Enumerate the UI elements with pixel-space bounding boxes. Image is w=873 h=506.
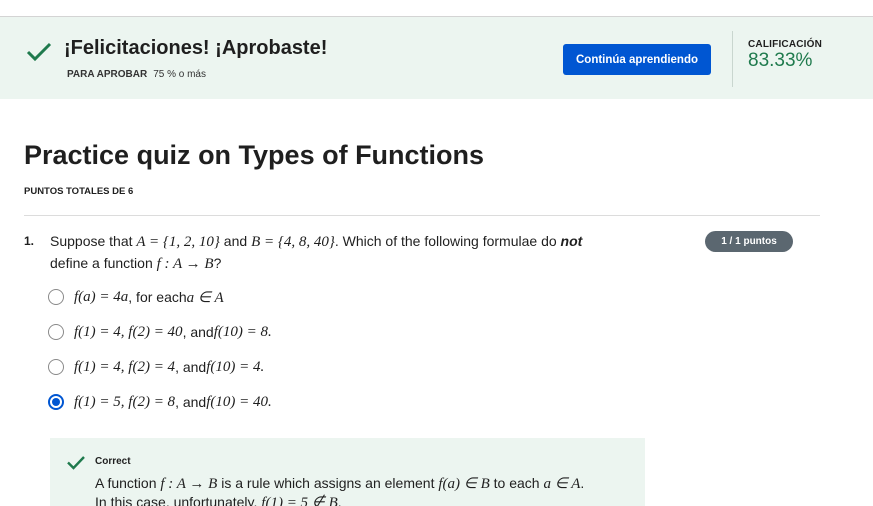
radio-button-selected[interactable] <box>48 394 64 410</box>
radio-button[interactable] <box>48 359 64 375</box>
checkmark-icon <box>26 42 52 62</box>
math-function: f : A → B <box>156 256 214 272</box>
question-text: Suppose that A = {1, 2, 10} and B = {4, … <box>50 231 650 275</box>
feedback-explanation: A function f : A → B is a rule which ass… <box>95 474 584 493</box>
feedback-math: a ∈ A <box>543 476 581 492</box>
math-set-b: B = {4, 8, 40} <box>251 234 335 250</box>
feedback-math: f(a) ∈ B <box>438 476 490 492</box>
answer-option-3[interactable]: f(1) = 4, f(2) = 4, and f(10) = 4. <box>48 356 264 378</box>
option-math: f(10) = 4. <box>206 358 265 375</box>
answer-option-1[interactable]: f(a) = 4a, for each a ∈ A <box>48 286 224 308</box>
checkmark-icon <box>67 456 85 470</box>
feedback-math: f(1) = 5 ∉ B <box>261 495 338 506</box>
section-divider <box>24 215 820 216</box>
pass-value: 75 % o más <box>153 69 206 80</box>
feedback-text: is a rule which assigns an element <box>217 475 439 491</box>
total-points: PUNTOS TOTALES DE 6 <box>24 186 134 197</box>
option-math: f(10) = 40. <box>206 393 272 410</box>
question-text-part: and <box>219 233 252 249</box>
question-text-part: Suppose that <box>50 233 137 249</box>
option-math: f(1) = 4, f(2) = 4 <box>74 358 176 375</box>
radio-button[interactable] <box>48 324 64 340</box>
pass-label: PARA APROBAR <box>67 69 148 80</box>
option-text: , and <box>175 394 207 410</box>
pass-threshold: PARA APROBAR 75 % o más <box>67 69 206 80</box>
pass-heading: ¡Felicitaciones! ¡Aprobaste! <box>64 37 328 59</box>
radio-button[interactable] <box>48 289 64 305</box>
feedback-text: . <box>337 494 342 506</box>
option-math: f(10) = 8. <box>213 323 272 340</box>
option-text: , for each <box>128 289 187 305</box>
option-math: f(1) = 5, f(2) = 8 <box>74 393 176 410</box>
top-divider <box>0 0 873 17</box>
feedback-text: A function <box>95 475 161 491</box>
question-text-part: ? <box>213 255 222 271</box>
grade-label: CALIFICACIÓN <box>748 39 823 50</box>
feedback-box: Correct A function f : A → B is a rule w… <box>50 438 645 506</box>
page-title: Practice quiz on Types of Functions <box>24 140 485 170</box>
feedback-text: . <box>580 475 585 491</box>
score-badge: 1 / 1 puntos <box>705 231 793 252</box>
feedback-explanation-2: In this case, unfortunately, f(1) = 5 ∉ … <box>95 493 342 506</box>
feedback-text: In this case, unfortunately, <box>95 494 262 506</box>
option-math: a ∈ A <box>186 289 224 306</box>
math-set-a: A = {1, 2, 10} <box>136 234 220 250</box>
feedback-status: Correct <box>95 456 131 467</box>
grade-value: 83.33% <box>748 50 813 71</box>
emphasis-not: not <box>560 233 583 249</box>
question-text-part: define a function <box>50 255 157 271</box>
option-text: , and <box>175 359 207 375</box>
question-number: 1. <box>24 234 35 248</box>
option-math: f(a) = 4a <box>74 288 129 305</box>
feedback-math: f : A → B <box>160 476 218 492</box>
question-text-part: . Which of the following formulae do <box>334 233 561 249</box>
answer-option-2[interactable]: f(1) = 4, f(2) = 40, and f(10) = 8. <box>48 321 272 343</box>
continue-learning-button[interactable]: Continúa aprendiendo <box>563 44 711 75</box>
banner-divider <box>732 31 733 87</box>
option-text: , and <box>182 324 214 340</box>
result-banner: ¡Felicitaciones! ¡Aprobaste! PARA APROBA… <box>0 17 873 99</box>
answer-option-4[interactable]: f(1) = 5, f(2) = 8, and f(10) = 40. <box>48 391 272 413</box>
option-math: f(1) = 4, f(2) = 40 <box>74 323 183 340</box>
feedback-text: to each <box>489 475 544 491</box>
